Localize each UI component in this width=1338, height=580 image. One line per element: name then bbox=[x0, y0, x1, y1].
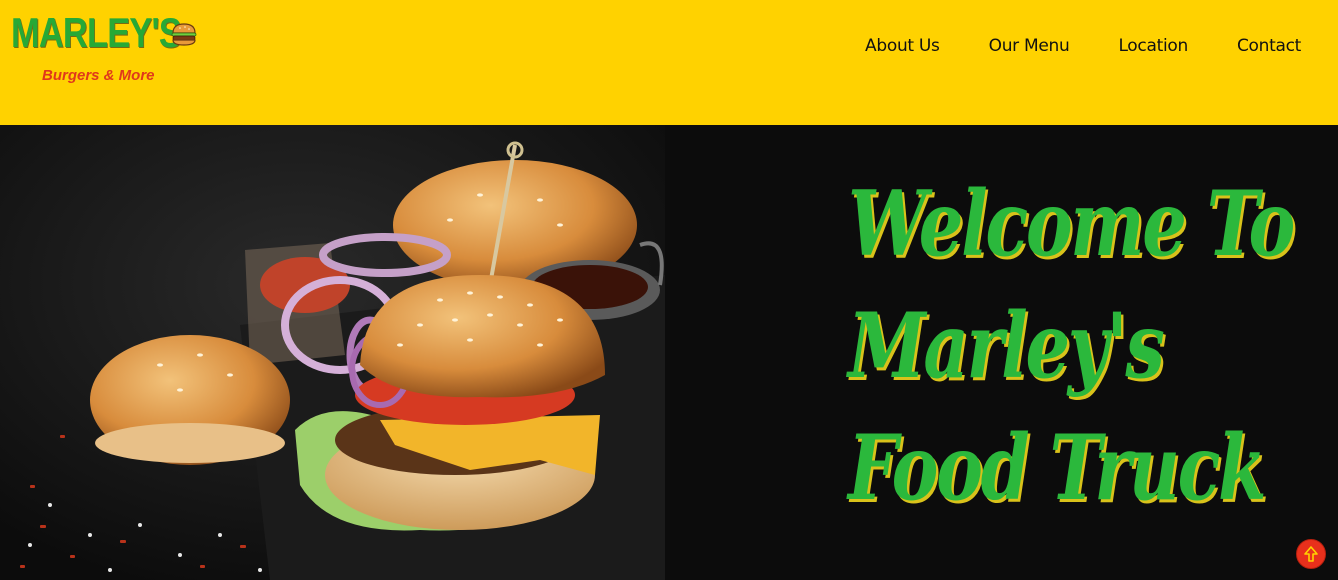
scroll-to-top-button[interactable] bbox=[1296, 539, 1326, 569]
hero-section: Welcome To Marley's Food Truck bbox=[0, 125, 1338, 580]
logo-title: MARLEY'S bbox=[11, 9, 182, 56]
arrow-up-icon bbox=[1304, 546, 1318, 562]
nav-contact[interactable]: Contact bbox=[1237, 34, 1301, 58]
site-header: MARLEY'S Burgers & More About Us Our Men… bbox=[0, 0, 1338, 125]
logo[interactable]: MARLEY'S Burgers & More bbox=[11, 10, 211, 90]
burger-icon bbox=[171, 23, 197, 46]
nav-our-menu[interactable]: Our Menu bbox=[989, 34, 1070, 58]
main-nav: About Us Our Menu Location Contact bbox=[865, 34, 1301, 58]
hero-title-line-2: Marley's bbox=[848, 293, 1165, 399]
nav-location[interactable]: Location bbox=[1118, 34, 1188, 58]
burger-photo bbox=[0, 125, 665, 580]
hero-title-line-3: Food Truck bbox=[848, 415, 1267, 521]
hero-title: Welcome To Marley's Food Truck bbox=[848, 163, 1318, 529]
hero-title-line-1: Welcome To bbox=[848, 171, 1295, 277]
logo-tagline: Burgers & More bbox=[42, 67, 155, 84]
nav-about-us[interactable]: About Us bbox=[865, 34, 940, 58]
